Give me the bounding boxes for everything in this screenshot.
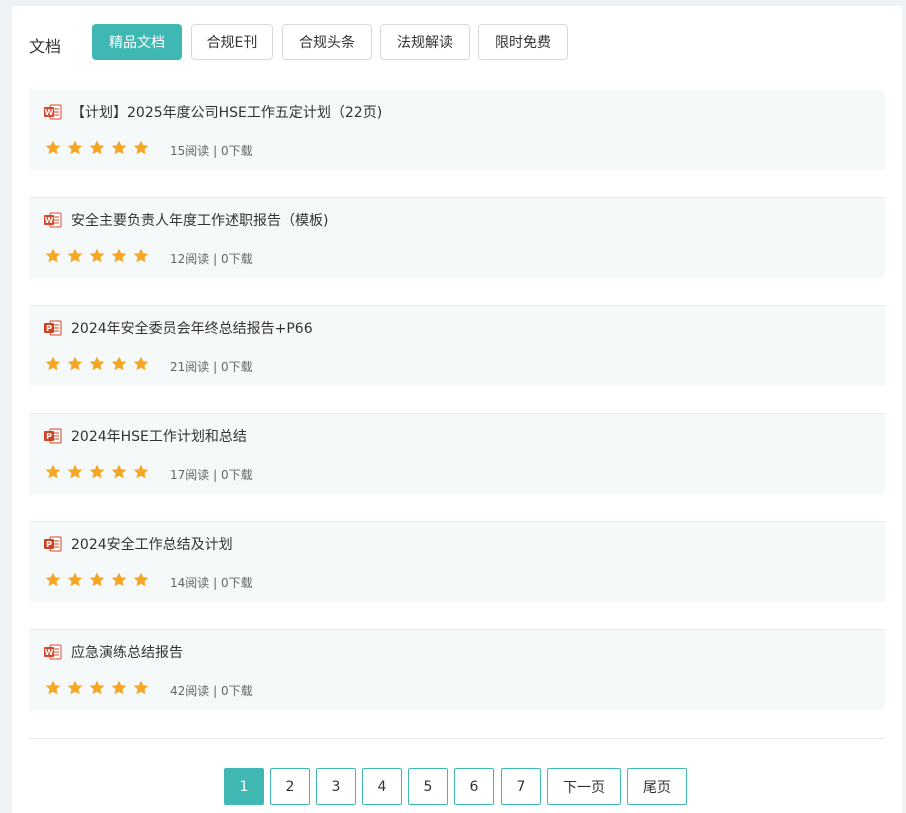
tab-regulation-interpretation[interactable]: 法规解读 xyxy=(380,24,470,60)
svg-text:P: P xyxy=(46,324,52,333)
star-icon xyxy=(88,355,106,373)
star-icon xyxy=(110,139,128,157)
star-icon xyxy=(88,247,106,265)
star-icon xyxy=(132,139,150,157)
star-icon xyxy=(88,463,106,481)
document-title[interactable]: 2024安全工作总结及计划 xyxy=(71,534,233,554)
word-icon: W xyxy=(44,644,62,660)
star-icon xyxy=(132,571,150,589)
star-icon xyxy=(66,571,84,589)
star-icon xyxy=(66,139,84,157)
star-icon xyxy=(44,139,62,157)
star-icon xyxy=(110,355,128,373)
last-page-button[interactable]: 尾页 xyxy=(627,768,687,805)
document-title[interactable]: 安全主要负责人年度工作述职报告（模板) xyxy=(71,210,328,230)
svg-text:W: W xyxy=(45,108,54,117)
star-icon xyxy=(132,463,150,481)
star-icon xyxy=(88,139,106,157)
star-icon xyxy=(44,247,62,265)
list-item[interactable]: W 安全主要负责人年度工作述职报告（模板) 12阅读 | 0下载 xyxy=(29,198,885,278)
svg-text:W: W xyxy=(45,648,54,657)
page-button-3[interactable]: 3 xyxy=(316,768,356,805)
star-icon xyxy=(110,571,128,589)
ppt-icon: P xyxy=(44,536,62,552)
star-icon xyxy=(66,463,84,481)
star-icon xyxy=(66,355,84,373)
star-icon xyxy=(44,679,62,697)
svg-text:W: W xyxy=(45,216,54,225)
star-icon xyxy=(44,355,62,373)
document-title[interactable]: 2024年安全委员会年终总结报告+P66 xyxy=(71,318,313,338)
list-item[interactable]: W 应急演练总结报告 42阅读 | 0下载 xyxy=(29,630,885,710)
star-icon xyxy=(132,355,150,373)
star-icon xyxy=(110,463,128,481)
star-icon xyxy=(110,247,128,265)
tab-limited-free[interactable]: 限时免费 xyxy=(478,24,568,60)
svg-text:P: P xyxy=(46,432,52,441)
page-button-7[interactable]: 7 xyxy=(501,768,541,805)
star-icon xyxy=(44,463,62,481)
page-button-6[interactable]: 6 xyxy=(454,768,494,805)
list-item[interactable]: W 【计划】2025年度公司HSE工作五定计划（22页) 15阅读 | 0下载 xyxy=(29,90,885,170)
word-icon: W xyxy=(44,104,62,120)
star-icon xyxy=(66,679,84,697)
list-item[interactable]: P 2024年HSE工作计划和总结 17阅读 | 0下载 xyxy=(29,414,885,494)
star-icon xyxy=(132,679,150,697)
list-item[interactable]: P 2024年安全委员会年终总结报告+P66 21阅读 | 0下载 xyxy=(29,306,885,386)
document-stats: 15阅读 | 0下载 xyxy=(170,144,253,158)
document-stats: 21阅读 | 0下载 xyxy=(170,360,253,374)
document-stats: 42阅读 | 0下载 xyxy=(170,684,253,698)
star-icon xyxy=(88,679,106,697)
star-icon xyxy=(66,247,84,265)
page-button-1[interactable]: 1 xyxy=(224,768,264,805)
header: 文档 精品文档 合规E刊 合规头条 法规解读 限时免费 xyxy=(12,24,902,62)
star-icon xyxy=(88,571,106,589)
svg-text:P: P xyxy=(46,540,52,549)
ppt-icon: P xyxy=(44,428,62,444)
page-button-5[interactable]: 5 xyxy=(408,768,448,805)
documents-panel: 文档 精品文档 合规E刊 合规头条 法规解读 限时免费 W 【计划】2025年度公… xyxy=(12,6,902,813)
star-icon xyxy=(44,571,62,589)
page-title: 文档 xyxy=(29,37,62,56)
page-button-4[interactable]: 4 xyxy=(362,768,402,805)
tab-premium-docs[interactable]: 精品文档 xyxy=(92,24,182,60)
list-item[interactable]: P 2024安全工作总结及计划 14阅读 | 0下载 xyxy=(29,522,885,602)
word-icon: W xyxy=(44,212,62,228)
star-icon xyxy=(110,679,128,697)
divider xyxy=(29,738,885,739)
ppt-icon: P xyxy=(44,320,62,336)
document-stats: 12阅读 | 0下载 xyxy=(170,252,253,266)
tab-compliance-ejournal[interactable]: 合规E刊 xyxy=(191,24,273,60)
document-title[interactable]: 应急演练总结报告 xyxy=(71,642,183,662)
document-stats: 17阅读 | 0下载 xyxy=(170,468,253,482)
document-title[interactable]: 2024年HSE工作计划和总结 xyxy=(71,426,247,446)
document-stats: 14阅读 | 0下载 xyxy=(170,576,253,590)
next-page-button[interactable]: 下一页 xyxy=(547,768,621,805)
document-title[interactable]: 【计划】2025年度公司HSE工作五定计划（22页) xyxy=(71,102,382,122)
tab-compliance-headlines[interactable]: 合规头条 xyxy=(282,24,372,60)
page-button-2[interactable]: 2 xyxy=(270,768,310,805)
star-icon xyxy=(132,247,150,265)
